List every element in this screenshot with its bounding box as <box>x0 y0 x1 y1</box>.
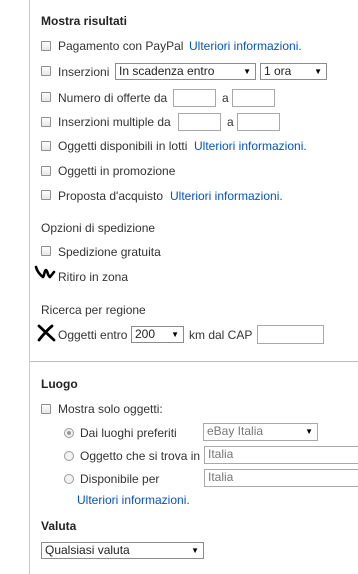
listings-label: Inserzioni <box>58 65 110 79</box>
lots-info-link[interactable]: Ulteriori informazioni. <box>194 139 307 153</box>
lots-label: Oggetti disponibili in lotti <box>58 139 188 153</box>
located-in-value: Italia <box>208 447 234 461</box>
location-heading: Luogo <box>41 377 78 391</box>
currency-heading: Valuta <box>41 519 77 533</box>
preferred-select[interactable]: eBay Italia ▼ <box>203 423 318 441</box>
promo-label: Oggetti in promozione <box>58 164 176 178</box>
region-heading: Ricerca per regione <box>41 303 146 317</box>
preferred-label: Dai luoghi preferiti <box>80 426 177 440</box>
postcode-label: km dal CAP <box>189 328 253 342</box>
available-select[interactable]: Italia <box>204 469 358 487</box>
bids-to-label: a <box>222 91 229 105</box>
multiple-to-label: a <box>227 115 234 129</box>
listings-checkbox[interactable] <box>41 66 51 76</box>
cross-mark-icon <box>37 324 56 342</box>
chevron-down-icon: ▼ <box>305 427 313 436</box>
bids-from-input[interactable] <box>173 89 216 107</box>
currency-value: Qualsiasi valuta <box>45 543 130 557</box>
located-in-select[interactable]: Italia <box>204 446 358 464</box>
chevron-down-icon: ▼ <box>243 67 251 76</box>
available-radio[interactable] <box>64 474 74 484</box>
left-divider <box>29 0 30 574</box>
multiple-to-input[interactable] <box>237 113 280 131</box>
bids-checkbox[interactable] <box>41 92 51 102</box>
listings-type-select[interactable]: In scadenza entro ▼ <box>115 63 256 80</box>
promo-checkbox[interactable] <box>41 166 51 176</box>
free-shipping-label: Spedizione gratuita <box>58 245 161 259</box>
listings-time-select[interactable]: 1 ora ▼ <box>260 63 327 80</box>
chevron-down-icon: ▼ <box>191 546 199 555</box>
multiple-checkbox[interactable] <box>41 117 51 127</box>
pickup-label: Ritiro in zona <box>58 270 129 284</box>
free-shipping-checkbox[interactable] <box>41 246 51 256</box>
distance-value: 200 <box>135 327 156 341</box>
best-offer-checkbox[interactable] <box>41 190 51 200</box>
distance-select[interactable]: 200 ▼ <box>131 326 184 343</box>
bids-label: Numero di offerte da <box>58 91 168 105</box>
shipping-heading: Opzioni di spedizione <box>41 221 156 235</box>
preferred-value: eBay Italia <box>207 424 264 438</box>
show-only-checkbox[interactable] <box>41 404 51 414</box>
checkmark-scribble-icon <box>34 265 56 279</box>
show-only-label: Mostra solo oggetti: <box>58 402 163 416</box>
listings-time-value: 1 ora <box>264 64 292 78</box>
paypal-info-link[interactable]: Ulteriori informazioni. <box>189 39 302 53</box>
within-label: Oggetti entro <box>58 328 128 342</box>
best-offer-info-link[interactable]: Ulteriori informazioni. <box>170 189 283 203</box>
bids-to-input[interactable] <box>232 89 275 107</box>
available-value: Italia <box>208 470 234 484</box>
section-divider <box>30 361 358 362</box>
available-label: Disponibile per <box>80 472 160 486</box>
located-in-radio[interactable] <box>64 451 74 461</box>
results-heading: Mostra risultati <box>41 14 128 28</box>
paypal-checkbox[interactable] <box>41 41 51 51</box>
chevron-down-icon: ▼ <box>171 330 179 339</box>
postcode-input[interactable] <box>257 325 324 344</box>
best-offer-label: Proposta d'acquisto <box>58 189 164 203</box>
multiple-from-input[interactable] <box>178 113 221 131</box>
lots-checkbox[interactable] <box>41 141 51 151</box>
paypal-label: Pagamento con PayPal <box>58 39 184 53</box>
chevron-down-icon: ▼ <box>314 67 322 76</box>
currency-select[interactable]: Qualsiasi valuta ▼ <box>41 542 204 559</box>
multiple-label: Inserzioni multiple da <box>58 115 171 129</box>
location-info-link[interactable]: Ulteriori informazioni. <box>77 493 190 507</box>
listings-type-value: In scadenza entro <box>119 64 215 78</box>
preferred-radio[interactable] <box>64 428 74 438</box>
located-in-label: Oggetto che si trova in <box>80 449 201 463</box>
